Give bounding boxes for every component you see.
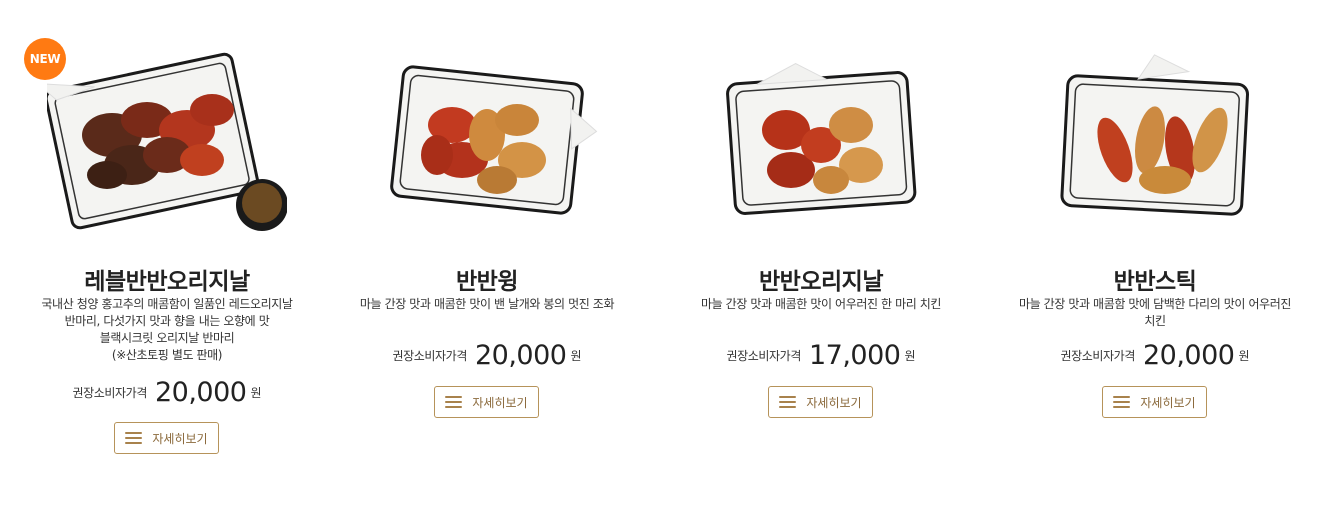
price-label: 권장소비자가격 — [72, 386, 147, 400]
product-image[interactable] — [1035, 40, 1275, 240]
price-row: 권장소비자가격 20,000 원 — [320, 340, 654, 371]
detail-button[interactable]: 자세히보기 — [1102, 386, 1207, 418]
product-image[interactable] — [701, 40, 941, 240]
new-badge: NEW — [24, 38, 66, 80]
product-card-label-banban-original: NEW 레블반반오리지날 국내산 청양 홍고추의 매콤함이 일품인 레드오리지날… — [0, 0, 334, 517]
description-line: 치킨 — [1144, 314, 1166, 328]
price-value: 20,000 — [1142, 340, 1235, 371]
price-value: 20,000 — [474, 340, 567, 371]
detail-button-label: 자세히보기 — [1140, 395, 1196, 410]
product-card-banban-wing: 반반윙 마늘 간장 맛과 매콤한 맛이 밴 날개와 봉의 멋진 조화 권장소비자… — [320, 0, 654, 517]
product-description: 국내산 청양 홍고추의 매콤함이 일품인 레드오리지날 반마리, 다섯가지 맛과… — [16, 296, 318, 364]
price-label: 권장소비자가격 — [1060, 349, 1135, 363]
product-description: 마늘 간장 맛과 매콤한 맛이 어우러진 한 마리 치킨 — [670, 296, 972, 313]
price-unit: 원 — [904, 349, 916, 363]
hamburger-menu-icon — [779, 395, 797, 409]
detail-button-label: 자세히보기 — [806, 395, 862, 410]
product-grid: NEW 레블반반오리지날 국내산 청양 홍고추의 매콤함이 일품인 레드오리지날… — [0, 0, 1336, 517]
detail-button[interactable]: 자세히보기 — [114, 422, 219, 454]
hamburger-menu-icon — [125, 431, 143, 445]
price-value: 20,000 — [154, 377, 247, 408]
detail-button[interactable]: 자세히보기 — [768, 386, 873, 418]
description-line: 반마리, 다섯가지 맛과 향을 내는 오향에 맛 — [64, 314, 270, 328]
price-unit: 원 — [570, 349, 582, 363]
price-label: 권장소비자가격 — [392, 349, 467, 363]
product-card-banban-stick: 반반스틱 마늘 간장 맛과 매콤함 맛에 담백한 다리의 맛이 어우러진 치킨 … — [988, 0, 1322, 517]
price-unit: 원 — [1238, 349, 1250, 363]
product-name: 레블반반오리지날 — [84, 269, 250, 295]
hamburger-menu-icon — [445, 395, 463, 409]
detail-button-label: 자세히보기 — [472, 395, 528, 410]
description-line: 블랙시크릿 오리지날 반마리 — [99, 331, 235, 345]
description-line: (※산초토핑 별도 판매) — [111, 348, 223, 362]
product-description: 마늘 간장 맛과 매콤한 맛이 밴 날개와 봉의 멋진 조화 — [336, 296, 638, 313]
product-image[interactable] — [47, 40, 287, 240]
hamburger-menu-icon — [1113, 395, 1131, 409]
detail-button-label: 자세히보기 — [152, 431, 208, 446]
description-line: 마늘 간장 맛과 매콤한 맛이 어우러진 한 마리 치킨 — [700, 297, 942, 311]
price-value: 17,000 — [808, 340, 901, 371]
detail-button[interactable]: 자세히보기 — [434, 386, 539, 418]
product-description: 마늘 간장 맛과 매콤함 맛에 담백한 다리의 맛이 어우러진 치킨 — [1004, 296, 1306, 330]
price-unit: 원 — [250, 386, 262, 400]
price-row: 권장소비자가격 20,000 원 — [988, 340, 1322, 371]
product-name: 반반오리지날 — [759, 269, 883, 295]
description-line: 마늘 간장 맛과 매콤함 맛에 담백한 다리의 맛이 어우러진 — [1018, 297, 1292, 311]
description-line: 국내산 청양 홍고추의 매콤함이 일품인 레드오리지날 — [41, 297, 293, 311]
price-row: 권장소비자가격 17,000 원 — [654, 340, 988, 371]
product-image[interactable] — [367, 40, 607, 240]
product-card-banban-original: 반반오리지날 마늘 간장 맛과 매콤한 맛이 어우러진 한 마리 치킨 권장소비… — [654, 0, 988, 517]
price-label: 권장소비자가격 — [726, 349, 801, 363]
description-line: 마늘 간장 맛과 매콤한 맛이 밴 날개와 봉의 멋진 조화 — [359, 297, 615, 311]
price-row: 권장소비자가격 20,000 원 — [0, 377, 334, 408]
product-name: 반반스틱 — [1113, 269, 1197, 295]
product-name: 반반윙 — [456, 269, 518, 295]
